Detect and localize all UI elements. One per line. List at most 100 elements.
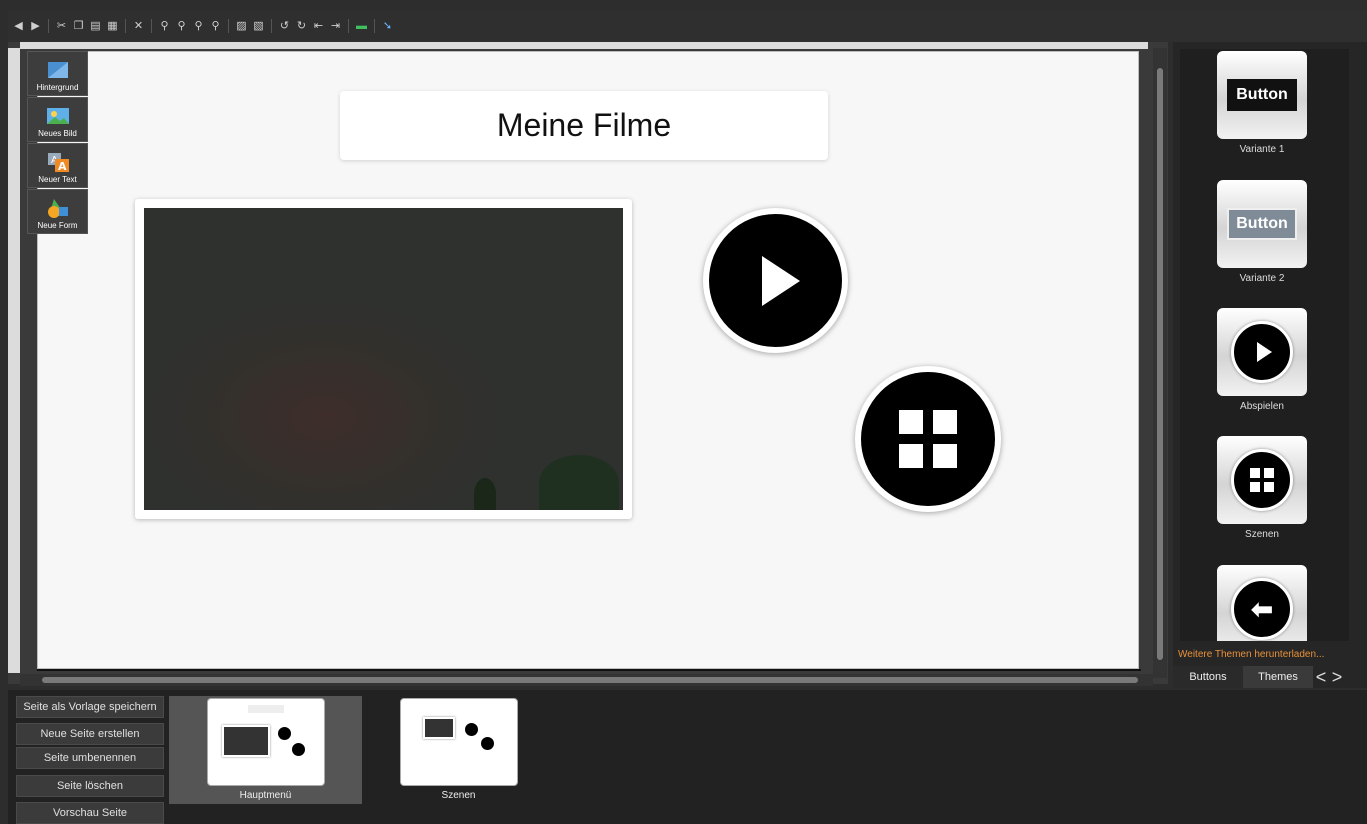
page-thumb-szenen[interactable]: Szenen	[362, 696, 555, 804]
shape-icon	[47, 199, 68, 218]
toolbar-separator	[374, 19, 375, 33]
paste-special-icon[interactable]: ▦	[106, 20, 119, 33]
image-icon	[46, 108, 69, 124]
tree-silhouette	[539, 455, 619, 510]
pointer-icon[interactable]: ➘	[381, 20, 394, 33]
gallery-item-back[interactable]: ⬅	[1217, 565, 1307, 641]
vertical-ruler	[8, 48, 20, 673]
save-as-template-button[interactable]: Seite als Vorlage speichern	[16, 696, 164, 718]
copy-icon[interactable]: ❐	[72, 20, 85, 33]
scenes-grid-icon	[1250, 468, 1274, 492]
cut-icon[interactable]: ✂	[55, 20, 68, 33]
arrow-left-icon: ⬅	[1251, 594, 1273, 624]
page-manager: Seite als Vorlage speichern Neue Seite e…	[8, 690, 1367, 824]
page-thumb-image	[400, 698, 518, 786]
page-thumb-image	[207, 698, 325, 786]
thumb-video	[222, 725, 270, 757]
send-back-icon[interactable]: ▧	[252, 20, 265, 33]
button-preview: Button	[1227, 79, 1297, 111]
thumb-play-icon	[465, 723, 478, 736]
tool-new-text[interactable]: AA Neuer Text	[27, 143, 88, 188]
tab-next-icon[interactable]: >	[1329, 666, 1345, 688]
button-preview: Button	[1227, 208, 1297, 240]
scenes-button-preview	[1231, 449, 1293, 511]
rotate-right-icon[interactable]: ↻	[295, 20, 308, 33]
text-icon: AA	[47, 153, 69, 172]
new-page-button[interactable]: Neue Seite erstellen	[16, 723, 164, 745]
tool-new-shape[interactable]: Neue Form	[27, 189, 88, 234]
horizontal-scroll-thumb[interactable]	[42, 677, 1138, 683]
rename-page-button[interactable]: Seite umbenennen	[16, 747, 164, 769]
tool-background[interactable]: Hintergrund	[27, 51, 88, 96]
vertical-scrollbar[interactable]	[1153, 48, 1167, 678]
canvas-shadow	[37, 669, 1141, 671]
scenes-button[interactable]	[855, 366, 1001, 512]
scenes-grid-icon	[899, 410, 957, 468]
gallery-thumb	[1217, 308, 1307, 396]
horizontal-ruler	[20, 42, 1148, 49]
button-gallery: Button Variante 1 Button Variante 2 Absp…	[1180, 49, 1349, 641]
video-frame[interactable]	[135, 199, 632, 519]
rotate-left-icon[interactable]: ↺	[278, 20, 291, 33]
thumb-title-box	[248, 705, 284, 713]
zoom-in-icon[interactable]: ⚲	[158, 20, 171, 33]
page-canvas[interactable]: Meine Filme	[37, 51, 1139, 669]
tree-silhouette	[474, 478, 496, 510]
color-icon[interactable]: ▬	[355, 20, 368, 33]
svg-text:A: A	[58, 160, 67, 172]
zoom-fit-icon[interactable]: ⚲	[192, 20, 205, 33]
horizontal-scrollbar[interactable]	[20, 674, 1153, 686]
play-icon	[1256, 342, 1272, 362]
zoom-out-icon[interactable]: ⚲	[175, 20, 188, 33]
back-icon[interactable]: ◀	[12, 20, 25, 33]
delete-page-button[interactable]: Seite löschen	[16, 775, 164, 797]
align-left-icon[interactable]: ⇤	[312, 20, 325, 33]
vertical-scroll-thumb[interactable]	[1157, 68, 1163, 660]
gallery-item-label: Szenen	[1245, 529, 1279, 540]
tab-themes[interactable]: Themes	[1243, 666, 1313, 688]
forward-icon[interactable]: ▶	[29, 20, 42, 33]
download-more-themes-link[interactable]: Weitere Themen herunterladen...	[1178, 649, 1324, 660]
play-icon	[761, 255, 800, 306]
gallery-item-variante-1[interactable]: Button Variante 1	[1217, 51, 1307, 155]
theme-panel: Button Variante 1 Button Variante 2 Absp…	[1173, 42, 1367, 688]
page-thumb-label: Szenen	[441, 790, 476, 801]
toolbar-separator	[348, 19, 349, 33]
toolbar-separator	[228, 19, 229, 33]
gallery-item-variante-2[interactable]: Button Variante 2	[1217, 180, 1307, 284]
toolbar-separator	[151, 19, 152, 33]
app-window: ◀ ▶ ✂ ❐ ▤ ▦ ✕ ⚲ ⚲ ⚲ ⚲ ▨ ▧ ↺ ↻ ⇤ ⇥ ▬ ➘ Me…	[0, 0, 1367, 824]
gallery-thumb: Button	[1217, 51, 1307, 139]
background-icon	[47, 62, 68, 78]
delete-icon[interactable]: ✕	[132, 20, 145, 33]
gallery-item-abspielen[interactable]: Abspielen	[1217, 308, 1307, 412]
gallery-thumb: Button	[1217, 180, 1307, 268]
page-thumbnails: Hauptmenü Szenen	[169, 690, 1367, 824]
thumb-video	[423, 717, 455, 739]
page-thumb-hauptmenue[interactable]: Hauptmenü	[169, 696, 362, 804]
align-right-icon[interactable]: ⇥	[329, 20, 342, 33]
tool-new-image[interactable]: Neues Bild	[27, 97, 88, 142]
tab-prev-icon[interactable]: <	[1313, 666, 1329, 688]
tab-buttons[interactable]: Buttons	[1173, 666, 1243, 688]
thumb-back-icon	[481, 737, 494, 750]
toolbar-separator	[271, 19, 272, 33]
zoom-reset-icon[interactable]: ⚲	[209, 20, 222, 33]
gallery-item-label: Variante 2	[1239, 273, 1285, 284]
gallery-thumb	[1217, 436, 1307, 524]
bring-front-icon[interactable]: ▨	[235, 20, 248, 33]
thumb-scenes-icon	[292, 743, 305, 756]
paste-icon[interactable]: ▤	[89, 20, 102, 33]
page-title-box[interactable]: Meine Filme	[340, 91, 828, 160]
gallery-item-label: Abspielen	[1240, 401, 1284, 412]
page-thumb-label: Hauptmenü	[239, 790, 292, 801]
gallery-thumb: ⬅	[1217, 565, 1307, 641]
page-title: Meine Filme	[496, 107, 672, 143]
play-button-preview	[1231, 321, 1293, 383]
gallery-item-label: Variante 1	[1239, 144, 1285, 155]
toolbar: ◀ ▶ ✂ ❐ ▤ ▦ ✕ ⚲ ⚲ ⚲ ⚲ ▨ ▧ ↺ ↻ ⇤ ⇥ ▬ ➘	[8, 10, 1367, 42]
preview-page-button[interactable]: Vorschau Seite	[16, 802, 164, 824]
gallery-item-szenen[interactable]: Szenen	[1217, 436, 1307, 540]
video-preview-image	[144, 208, 623, 510]
play-button[interactable]	[703, 208, 848, 353]
